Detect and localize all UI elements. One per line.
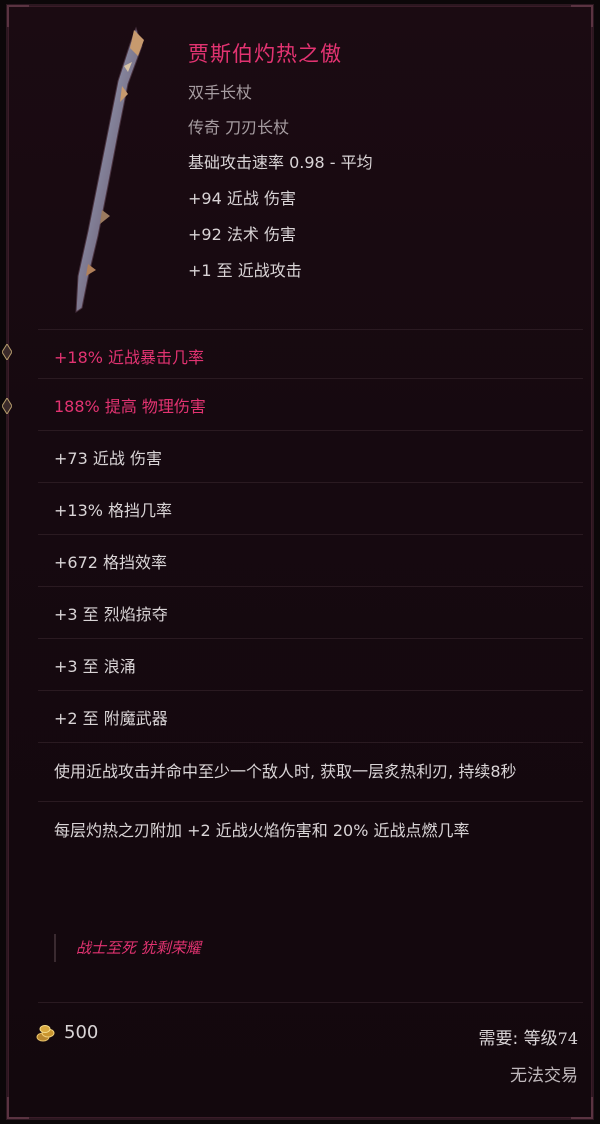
base-stat: 基础攻击速率 0.98 - 平均 bbox=[188, 153, 373, 172]
gold-value-row: 500 bbox=[36, 1022, 98, 1043]
affix-list: +18% 近战暴击几率 188% 提高 物理伤害 +73 近战 伤害 +13% … bbox=[38, 329, 583, 860]
requirement-level: 74 bbox=[557, 1029, 578, 1048]
gold-coins-icon bbox=[36, 1024, 55, 1041]
affix-line: +672 格挡效率 bbox=[38, 534, 583, 586]
affix-line: +2 至 附魔武器 bbox=[38, 690, 583, 742]
base-stat: +92 法术 伤害 bbox=[188, 225, 296, 244]
staff-weapon-icon bbox=[75, 26, 144, 313]
base-stat: +1 至 近战攻击 bbox=[188, 261, 302, 280]
base-stat: +94 近战 伤害 bbox=[188, 189, 296, 208]
corner-ornament bbox=[571, 5, 593, 27]
level-requirement: 需要: 等级74 bbox=[479, 1024, 579, 1049]
item-tooltip: 贾斯伯灼热之傲 双手长杖 传奇 刀刃长杖 基础攻击速率 0.98 - 平均 +9… bbox=[2, 4, 594, 1120]
side-diamond-icon bbox=[2, 344, 12, 360]
requirement-label: 需要: 等级 bbox=[478, 1029, 558, 1049]
trade-status: 无法交易 bbox=[510, 1066, 578, 1086]
item-name: 贾斯伯灼热之傲 bbox=[188, 42, 342, 66]
affix-line: 188% 提高 物理伤害 bbox=[38, 378, 583, 430]
corner-ornament bbox=[7, 1097, 29, 1119]
affix-line: +3 至 浪涌 bbox=[38, 638, 583, 690]
affix-line: +3 至 烈焰掠夺 bbox=[38, 586, 583, 638]
affix-line: +18% 近战暴击几率 bbox=[38, 329, 583, 378]
footer-divider bbox=[38, 1002, 583, 1003]
item-rarity: 传奇 刀刃长杖 bbox=[188, 118, 290, 137]
flavor-text: 战士至死 犹剩荣耀 bbox=[54, 934, 201, 962]
item-header: 贾斯伯灼热之傲 双手长杖 传奇 刀刃长杖 基础攻击速率 0.98 - 平均 +9… bbox=[48, 26, 568, 316]
gold-value: 500 bbox=[64, 1022, 99, 1043]
item-type: 双手长杖 bbox=[188, 83, 253, 102]
item-header-text: 贾斯伯灼热之傲 双手长杖 传奇 刀刃长杖 基础攻击速率 0.98 - 平均 +9… bbox=[188, 38, 568, 293]
affix-line: +13% 格挡几率 bbox=[38, 482, 583, 534]
corner-ornament bbox=[571, 1097, 593, 1119]
affix-line: +73 近战 伤害 bbox=[38, 430, 583, 482]
corner-ornament bbox=[7, 5, 29, 27]
affix-line: 每层灼热之刃附加 +2 近战火焰伤害和 20% 近战点燃几率 bbox=[38, 801, 583, 860]
side-diamond-icon bbox=[2, 398, 12, 414]
affix-line: 使用近战攻击并命中至少一个敌人时, 获取一层炙热利刃, 持续8秒 bbox=[38, 742, 583, 801]
